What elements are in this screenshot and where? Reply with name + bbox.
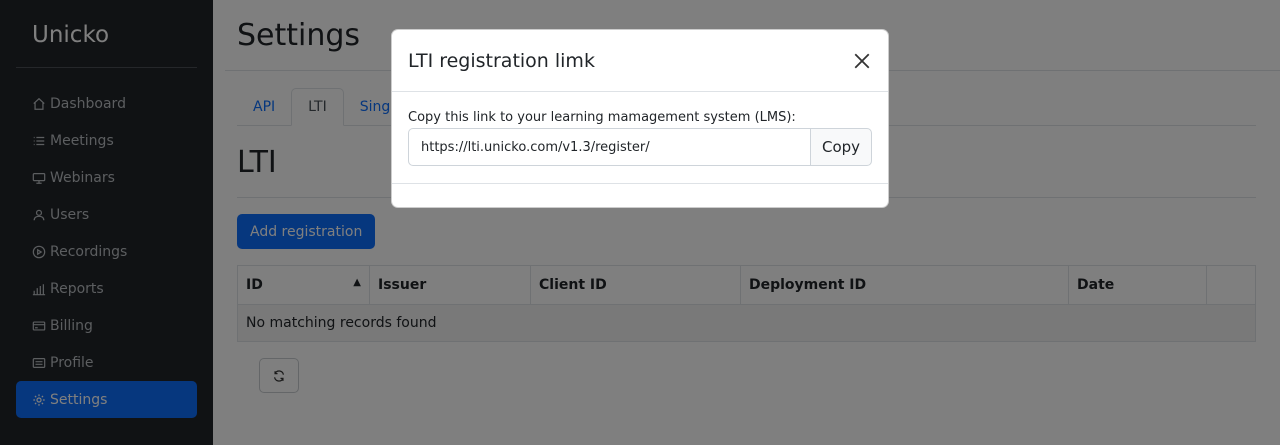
lti-link-modal: LTI registration limk Copy this link to … xyxy=(391,29,889,208)
close-button[interactable] xyxy=(852,51,872,71)
modal-header: LTI registration limk xyxy=(392,30,888,92)
modal-body: Copy this link to your learning mamageme… xyxy=(392,92,888,184)
link-input-group: Copy xyxy=(408,128,872,166)
copy-button[interactable]: Copy xyxy=(810,128,872,166)
link-label: Copy this link to your learning mamageme… xyxy=(408,110,796,125)
close-icon xyxy=(854,53,870,68)
registration-link-input[interactable] xyxy=(408,128,810,166)
modal-title: LTI registration limk xyxy=(408,49,595,72)
